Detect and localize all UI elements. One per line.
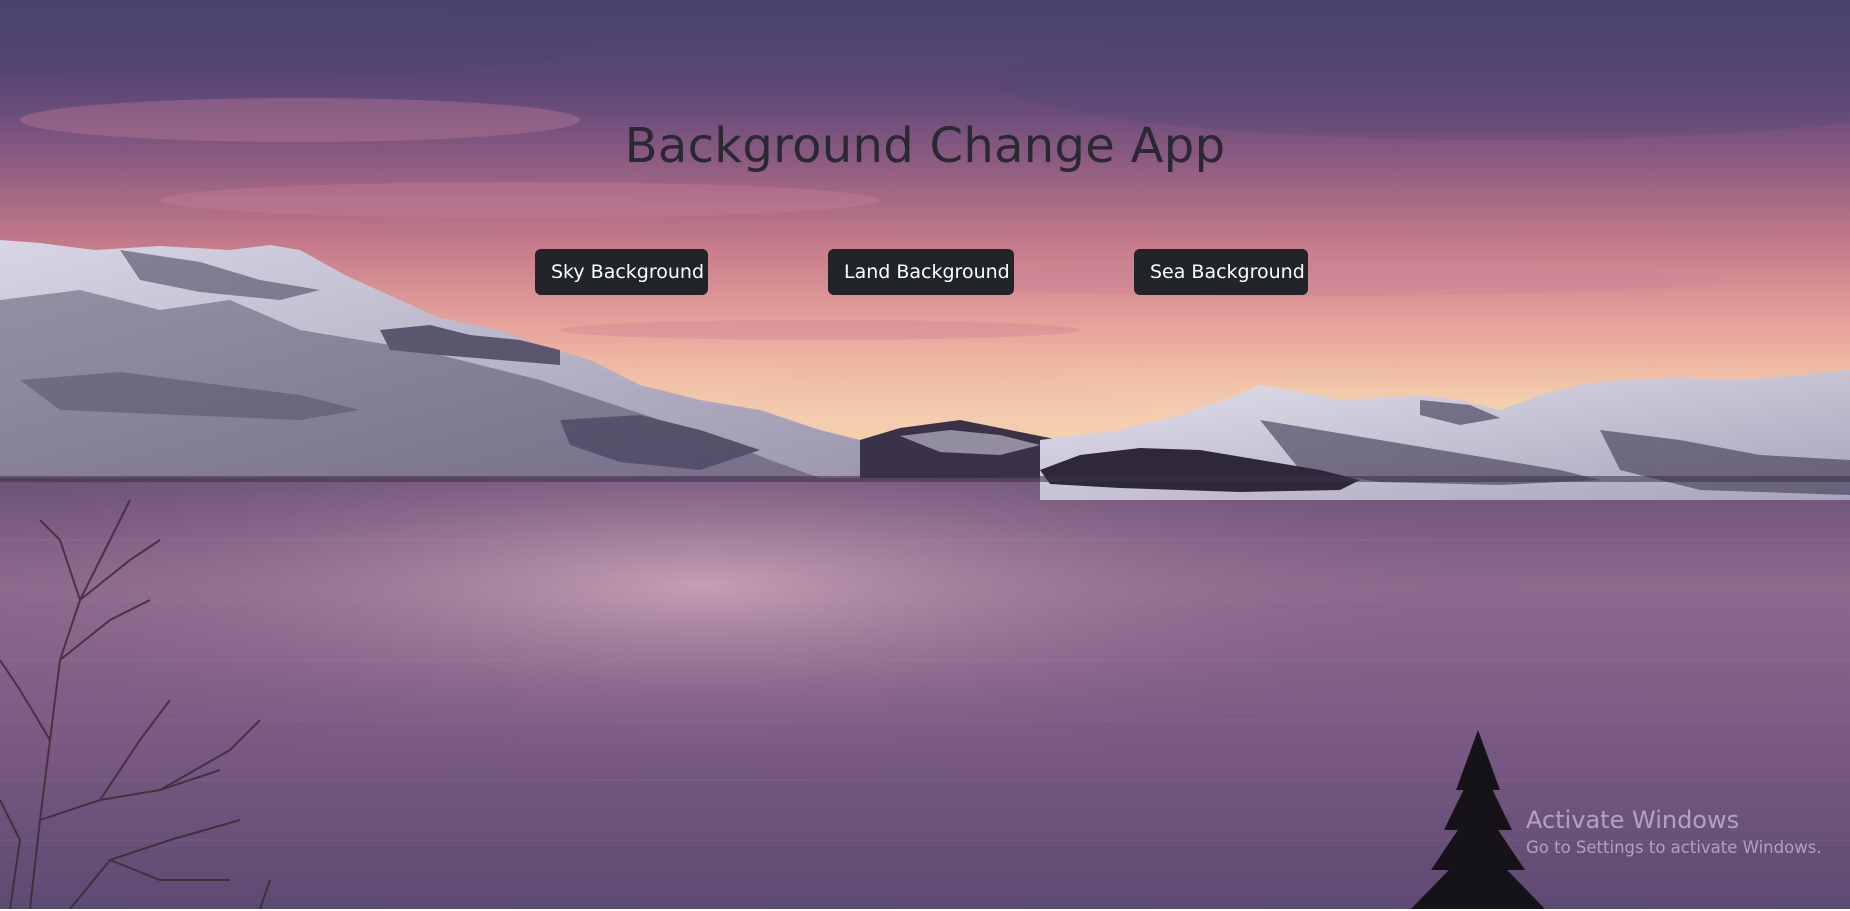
- background-scene: [0, 0, 1850, 909]
- land-background-button[interactable]: Land Background: [828, 249, 1014, 295]
- sea-background-button[interactable]: Sea Background: [1134, 249, 1308, 295]
- sky-background-button[interactable]: Sky Background: [535, 249, 708, 295]
